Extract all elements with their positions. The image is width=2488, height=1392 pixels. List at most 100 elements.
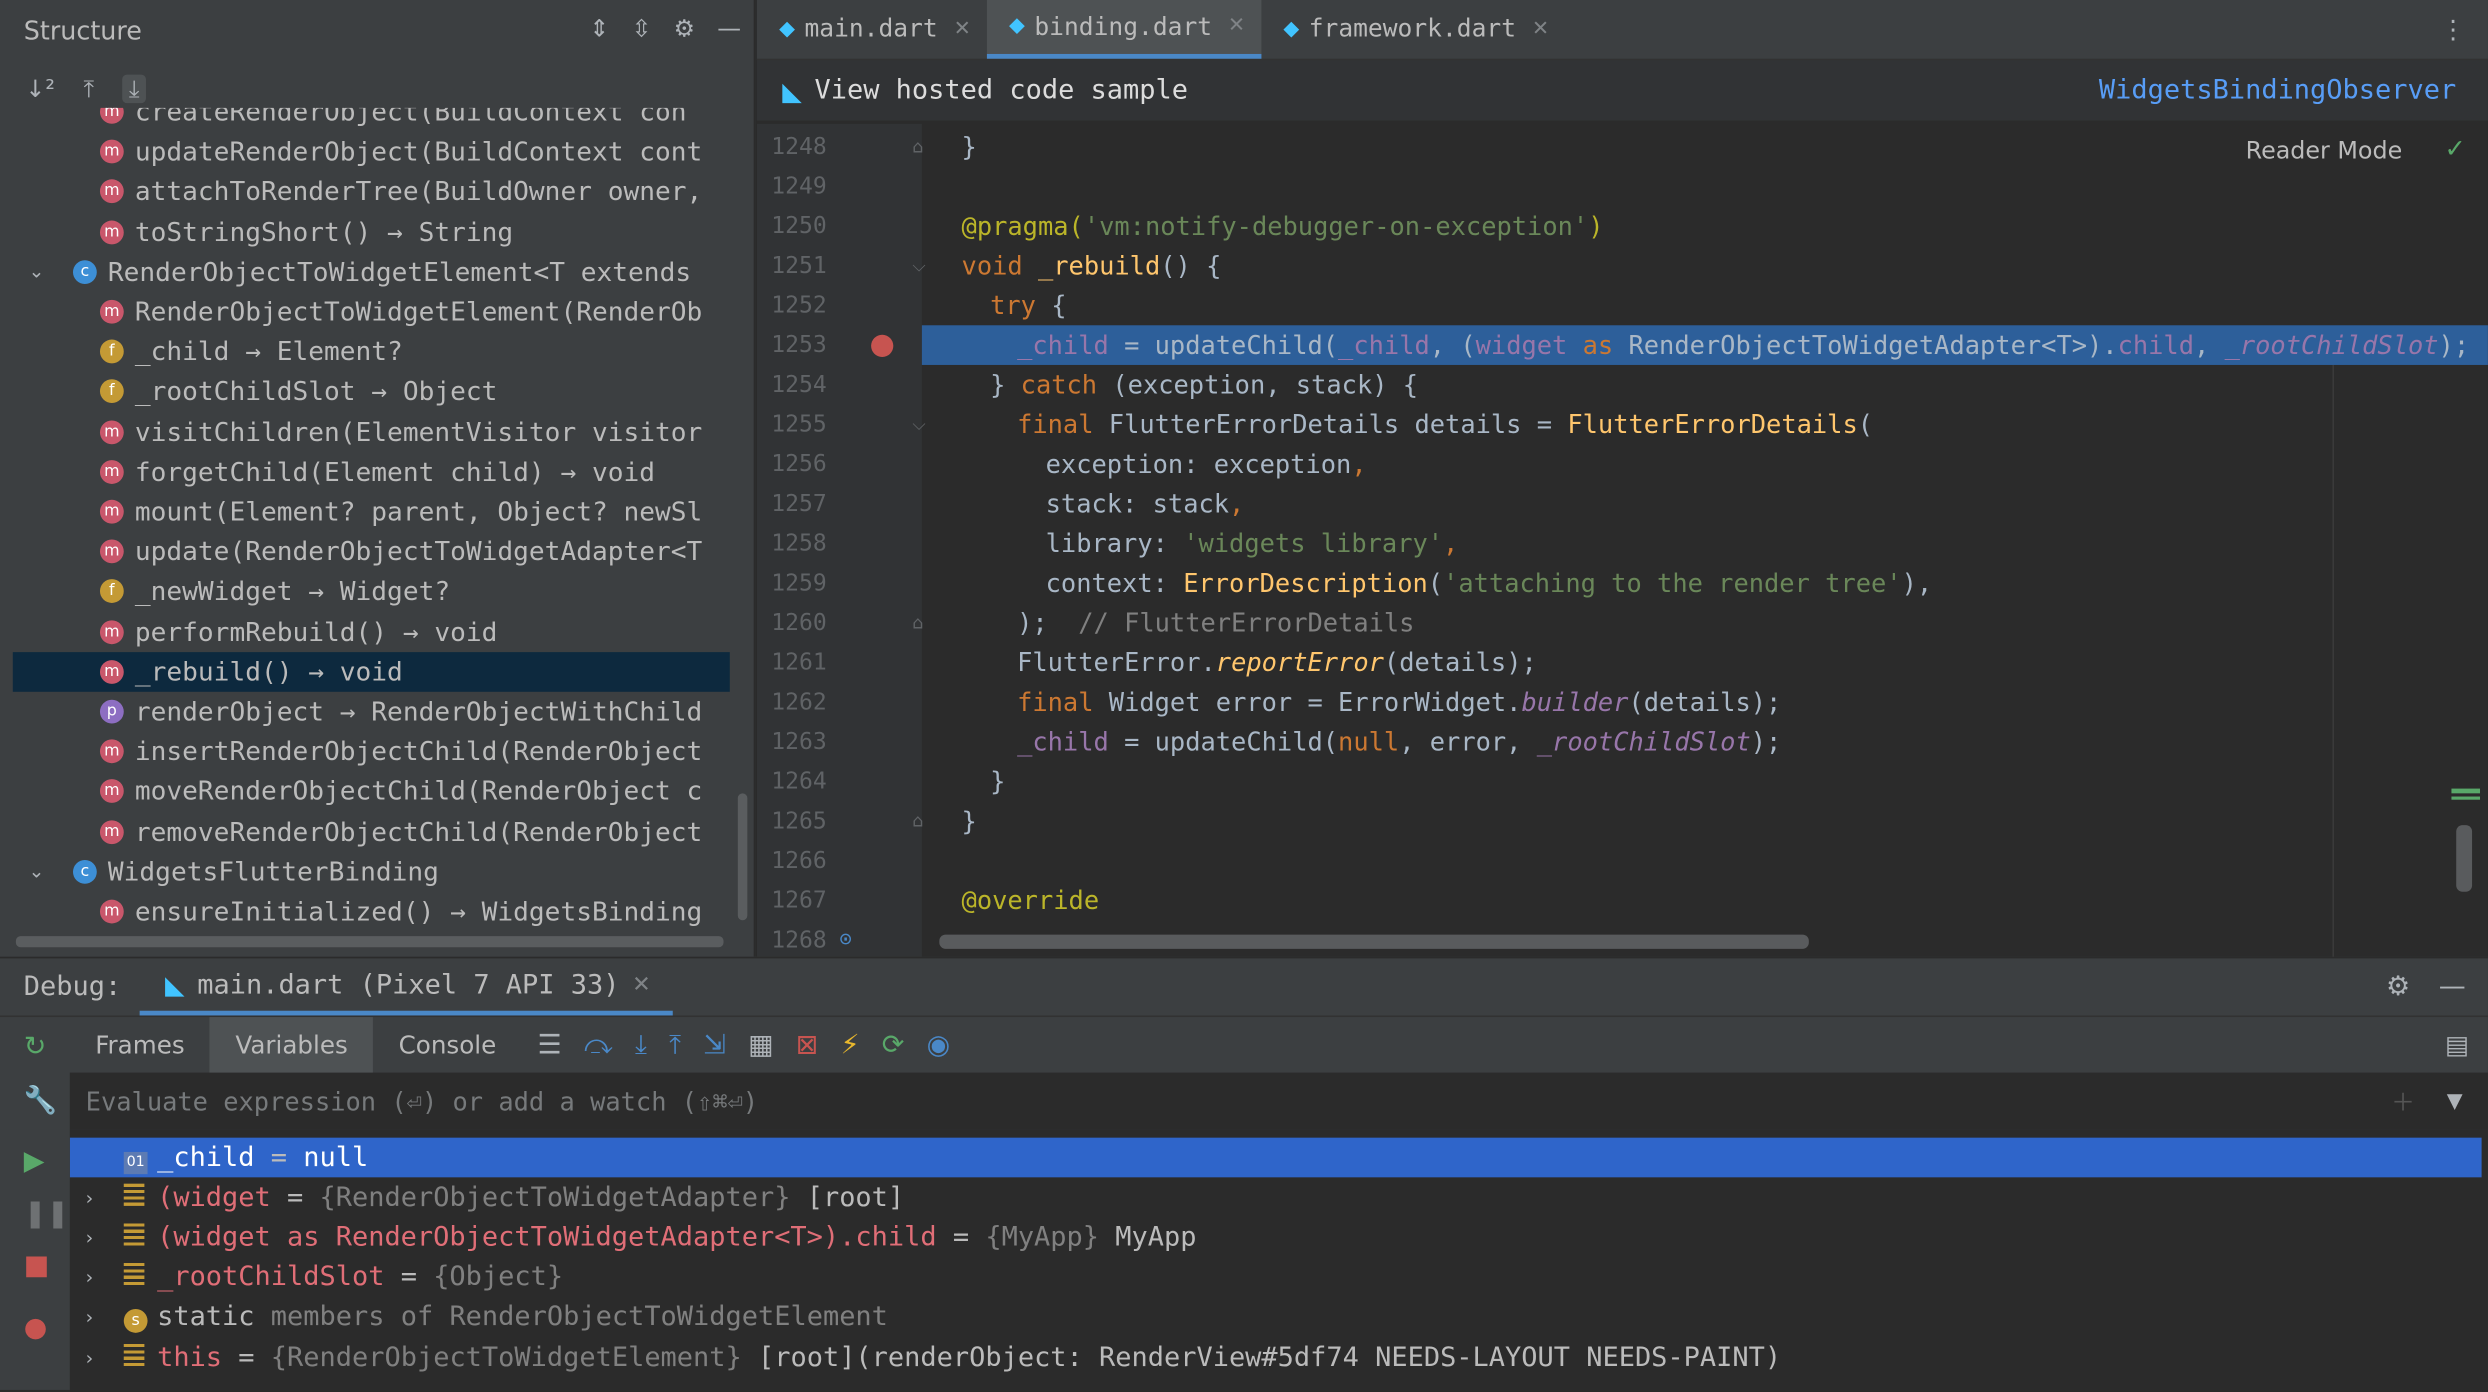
tab-binding-dart[interactable]: ◆ binding.dart ✕ xyxy=(986,0,1262,59)
variable-row[interactable]: › _rootChildSlot = {Object} xyxy=(70,1258,2482,1298)
tab-console[interactable]: Console xyxy=(373,1016,521,1073)
gear-icon[interactable]: ⚙ xyxy=(2386,971,2410,1003)
banner-link[interactable]: WidgetsBindingObserver xyxy=(2099,75,2456,107)
fold-icon[interactable]: ⌵ xyxy=(912,413,925,435)
structure-item[interactable]: m update(RenderObjectToWidgetAdapter<T xyxy=(13,532,730,572)
tab-main-dart[interactable]: ◆ main.dart ✕ xyxy=(757,0,987,59)
fold-icon[interactable]: ⌂ xyxy=(912,136,923,157)
method-icon: m xyxy=(99,499,124,524)
breakpoint-icon[interactable] xyxy=(871,334,894,357)
autoscroll-icon[interactable]: ⤓ xyxy=(122,74,146,104)
structure-item[interactable]: f _newWidget → Widget? xyxy=(13,572,730,612)
structure-item[interactable]: p renderObject → RenderObjectWithChild xyxy=(13,692,730,732)
variable-row[interactable]: › (widget = {RenderObjectToWidgetAdapter}… xyxy=(70,1178,2482,1218)
tab-framework-dart[interactable]: ◆ framework.dart ✕ xyxy=(1261,0,1565,59)
close-icon[interactable]: ✕ xyxy=(954,17,971,41)
editor-horizontal-scrollbar[interactable] xyxy=(939,934,1809,949)
structure-header: Structure ⇕ ⇳ ⚙ — xyxy=(0,0,754,60)
rerun-icon[interactable]: ↻ xyxy=(24,1031,47,1063)
step-into-icon[interactable]: ⤓ xyxy=(635,1029,647,1061)
editor-vertical-scrollbar[interactable] xyxy=(2456,825,2473,892)
structure-item[interactable]: m moveRenderObjectChild(RenderObject c xyxy=(13,772,730,812)
settings-wrench-icon[interactable]: 🔧 xyxy=(24,1085,58,1117)
more-options-icon[interactable]: ⋮ xyxy=(2440,14,2465,44)
code-line: 1265 ⌂ } xyxy=(771,806,977,837)
layout-icon[interactable]: ▤ xyxy=(2445,1030,2469,1060)
fold-icon[interactable]: ⌂ xyxy=(912,811,923,832)
method-icon: m xyxy=(99,539,124,564)
variable-row[interactable]: 01 _child = null xyxy=(69,1137,2482,1178)
structure-item[interactable]: f _child → Element? xyxy=(13,332,730,372)
variable-row[interactable]: › s static members of RenderObjectToWidget… xyxy=(70,1298,2482,1338)
method-icon: m xyxy=(99,107,124,124)
structure-item[interactable]: m updateRenderObject(BuildContext cont xyxy=(13,132,730,172)
drop-frame-icon[interactable]: ⊠ xyxy=(796,1029,819,1061)
hot-restart-icon[interactable]: ⟳ xyxy=(882,1029,905,1061)
resume-icon[interactable]: ▶ xyxy=(24,1146,45,1178)
gear-icon[interactable]: ⚙ xyxy=(674,14,695,43)
structure-item[interactable]: m performRebuild() → void xyxy=(13,612,730,652)
structure-item[interactable]: ⌄ c RenderObjectToWidgetElement<T extends xyxy=(13,252,730,292)
add-watch-icon[interactable]: ＋ xyxy=(2391,1085,2415,1118)
step-over-icon[interactable]: ⤼ xyxy=(584,1029,613,1061)
fold-icon[interactable]: ⌵ xyxy=(912,255,925,277)
inspection-ok-icon[interactable]: ✓ xyxy=(2444,133,2465,163)
variable-row[interactable]: › this = {RenderObjectToWidgetElement} [r… xyxy=(70,1338,2482,1378)
structure-item[interactable]: m RenderObjectToWidgetElement(RenderOb xyxy=(13,292,730,332)
show-inherited-icon[interactable]: ⤒ xyxy=(83,75,94,104)
structure-item[interactable]: ⌄ c WidgetsFlutterBinding xyxy=(13,852,730,892)
close-icon[interactable]: ✕ xyxy=(1532,17,1549,41)
structure-item[interactable]: m attachToRenderTree(BuildOwner owner, xyxy=(13,172,730,212)
menu-icon[interactable]: ☰ xyxy=(537,1029,561,1061)
structure-vertical-scrollbar[interactable] xyxy=(737,793,748,921)
step-out-icon[interactable]: ⤒ xyxy=(669,1029,681,1061)
close-icon[interactable]: ✕ xyxy=(1228,14,1245,38)
collapse-all-icon[interactable]: ⇳ xyxy=(631,14,651,43)
hot-reload-icon[interactable]: ⚡ xyxy=(841,1029,860,1061)
structure-item[interactable]: m removeRenderObjectChild(RenderObject xyxy=(13,812,730,852)
stop-icon[interactable]: ■ xyxy=(24,1250,49,1282)
structure-item[interactable]: m ensureInitialized() → WidgetsBinding xyxy=(13,892,730,930)
code-area[interactable]: 1248 ⌂ } 1249 1250 @pragma('vm:notify-de… xyxy=(756,123,2488,957)
debug-session-tab[interactable]: ◣ main.dart (Pixel 7 API 33) ✕ xyxy=(139,958,674,1016)
chevron-right-icon[interactable]: › xyxy=(86,1226,94,1248)
chevron-down-icon[interactable]: ⌄ xyxy=(25,860,47,882)
view-breakpoints-icon[interactable]: ● xyxy=(24,1312,48,1344)
evaluate-expression-input[interactable] xyxy=(69,1086,2292,1117)
pause-icon[interactable]: ❚❚ xyxy=(24,1198,69,1230)
close-icon[interactable]: ✕ xyxy=(632,972,651,997)
minimize-icon[interactable]: — xyxy=(717,14,741,43)
minimize-icon[interactable]: — xyxy=(2439,971,2466,1003)
override-gutter-icon[interactable]: ⊙ xyxy=(839,928,851,952)
structure-item[interactable]: m createRenderObject(BuildContext con xyxy=(13,107,730,132)
structure-item[interactable]: m mount(Element? parent, Object? newSl xyxy=(13,492,730,532)
structure-panel: Structure ⇕ ⇳ ⚙ — ↓² ⤒ ⤓ m createRenderOb… xyxy=(0,0,756,957)
structure-item[interactable]: m insertRenderObjectChild(RenderObject xyxy=(13,732,730,772)
chevron-down-icon[interactable]: ⌄ xyxy=(25,261,47,283)
structure-item[interactable]: m visitChildren(ElementVisitor visitor xyxy=(13,412,730,452)
chevron-right-icon[interactable]: › xyxy=(86,1186,94,1208)
structure-item[interactable]: m _rebuild() → void xyxy=(12,651,730,692)
structure-horizontal-scrollbar[interactable] xyxy=(15,936,724,948)
structure-item[interactable]: f _rootChildSlot → Object xyxy=(13,372,730,412)
reader-mode-toggle[interactable]: Reader Mode xyxy=(2246,136,2403,165)
devtools-icon[interactable]: ◉ xyxy=(927,1029,951,1061)
tab-frames[interactable]: Frames xyxy=(70,1016,210,1073)
structure-item[interactable]: m forgetChild(Element child) → void xyxy=(13,452,730,492)
chevron-down-icon[interactable]: ▼ xyxy=(2447,1089,2463,1113)
sort-alpha-icon[interactable]: ↓² xyxy=(25,75,55,104)
variable-row[interactable]: › (widget as RenderObjectToWidgetAdapter<… xyxy=(70,1218,2482,1258)
tab-variables[interactable]: Variables xyxy=(210,1016,374,1074)
code-line: 1264 } xyxy=(771,766,1006,797)
fold-icon[interactable]: ⌂ xyxy=(912,612,923,633)
structure-item[interactable]: m toStringShort() → String xyxy=(13,212,730,252)
run-to-cursor-icon[interactable]: ⇲ xyxy=(703,1029,726,1061)
chevron-right-icon[interactable]: › xyxy=(86,1346,94,1368)
error-stripe-marker[interactable] xyxy=(2451,796,2481,800)
chevron-right-icon[interactable]: › xyxy=(86,1266,94,1288)
expand-all-icon[interactable]: ⇕ xyxy=(589,14,609,43)
banner-message[interactable]: View hosted code sample xyxy=(814,75,1188,107)
chevron-right-icon[interactable]: › xyxy=(86,1306,94,1328)
error-stripe-marker[interactable] xyxy=(2451,788,2481,794)
evaluate-expression-icon[interactable]: ▦ xyxy=(748,1029,773,1061)
